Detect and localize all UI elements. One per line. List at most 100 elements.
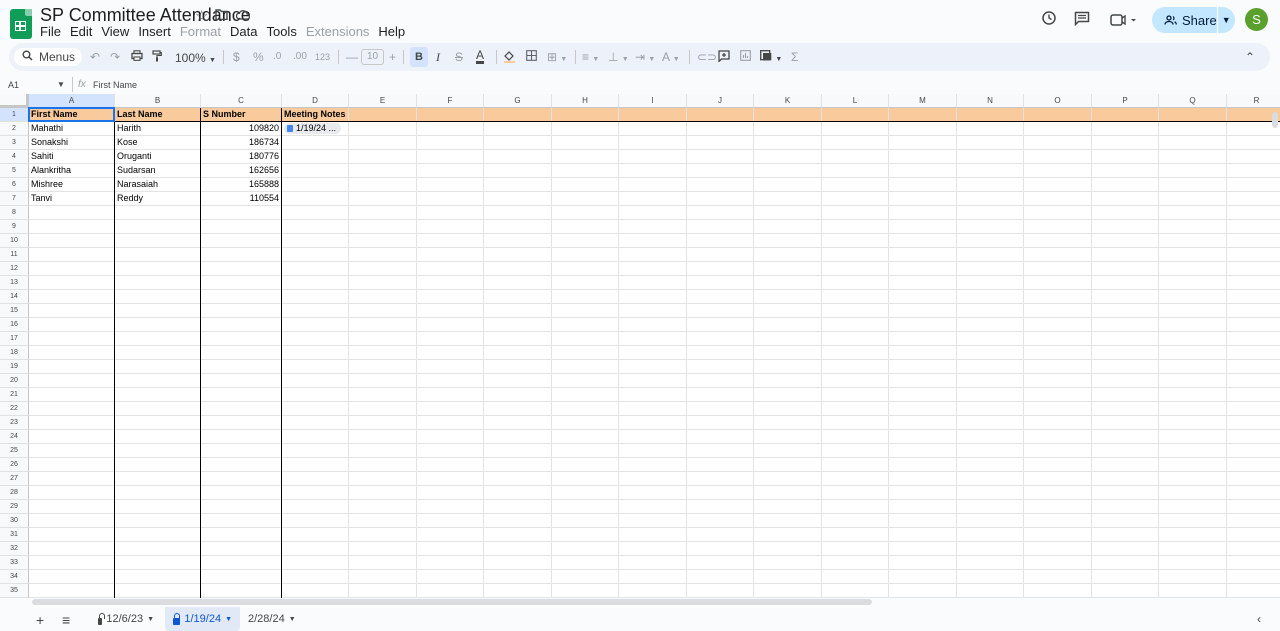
cell-k3[interactable] — [754, 136, 822, 150]
cell-h35[interactable] — [552, 584, 619, 598]
cell-j2[interactable] — [687, 122, 754, 136]
formula-input[interactable]: First Name — [93, 80, 137, 90]
cell-c27[interactable] — [201, 472, 282, 486]
cell-o7[interactable] — [1024, 192, 1092, 206]
cell-f20[interactable] — [417, 374, 484, 388]
cell-p12[interactable] — [1092, 262, 1159, 276]
cell-r17[interactable] — [1227, 332, 1280, 346]
cell-h5[interactable] — [552, 164, 619, 178]
cell-c7[interactable]: 110554 — [201, 192, 282, 206]
cell-a4[interactable]: Sahiti — [29, 150, 115, 164]
cell-g21[interactable] — [484, 388, 552, 402]
text-color-icon[interactable]: A — [476, 49, 485, 64]
cell-f26[interactable] — [417, 458, 484, 472]
column-header-i[interactable]: I — [619, 94, 687, 108]
cell-l30[interactable] — [822, 514, 889, 528]
cell-k34[interactable] — [754, 570, 822, 584]
vertical-scrollbar[interactable] — [1272, 112, 1278, 128]
cell-h24[interactable] — [552, 430, 619, 444]
cell-m4[interactable] — [889, 150, 957, 164]
cell-a26[interactable] — [29, 458, 115, 472]
cell-e10[interactable] — [349, 234, 417, 248]
insert-link-icon[interactable]: ⊂⊃ — [697, 50, 717, 64]
cell-p25[interactable] — [1092, 444, 1159, 458]
header-cell-k1[interactable] — [754, 108, 822, 122]
cell-h14[interactable] — [552, 290, 619, 304]
cell-j23[interactable] — [687, 416, 754, 430]
column-header-f[interactable]: F — [417, 94, 484, 108]
cell-h12[interactable] — [552, 262, 619, 276]
cell-i23[interactable] — [619, 416, 687, 430]
cell-b23[interactable] — [115, 416, 201, 430]
cell-o12[interactable] — [1024, 262, 1092, 276]
cell-b2[interactable]: Harith — [115, 122, 201, 136]
cell-p14[interactable] — [1092, 290, 1159, 304]
cell-g18[interactable] — [484, 346, 552, 360]
row-header-7[interactable]: 7 — [0, 192, 29, 206]
cell-q32[interactable] — [1159, 542, 1227, 556]
cell-n25[interactable] — [957, 444, 1024, 458]
cell-n6[interactable] — [957, 178, 1024, 192]
cell-i30[interactable] — [619, 514, 687, 528]
row-header-23[interactable]: 23 — [0, 416, 29, 430]
cell-o8[interactable] — [1024, 206, 1092, 220]
cell-k29[interactable] — [754, 500, 822, 514]
cell-c13[interactable] — [201, 276, 282, 290]
cell-i28[interactable] — [619, 486, 687, 500]
cell-p33[interactable] — [1092, 556, 1159, 570]
cell-e18[interactable] — [349, 346, 417, 360]
cell-e30[interactable] — [349, 514, 417, 528]
cell-a8[interactable] — [29, 206, 115, 220]
move-folder-icon[interactable] — [215, 7, 228, 24]
cell-q33[interactable] — [1159, 556, 1227, 570]
column-header-c[interactable]: C — [201, 94, 282, 108]
row-header-3[interactable]: 3 — [0, 136, 29, 150]
cell-r35[interactable] — [1227, 584, 1280, 598]
cell-p7[interactable] — [1092, 192, 1159, 206]
cell-p8[interactable] — [1092, 206, 1159, 220]
cell-i19[interactable] — [619, 360, 687, 374]
row-header-18[interactable]: 18 — [0, 346, 29, 360]
cell-o22[interactable] — [1024, 402, 1092, 416]
cell-f12[interactable] — [417, 262, 484, 276]
cell-p30[interactable] — [1092, 514, 1159, 528]
cell-a33[interactable] — [29, 556, 115, 570]
cell-b13[interactable] — [115, 276, 201, 290]
cell-q21[interactable] — [1159, 388, 1227, 402]
cell-q7[interactable] — [1159, 192, 1227, 206]
cell-l28[interactable] — [822, 486, 889, 500]
cell-m11[interactable] — [889, 248, 957, 262]
insert-chart-icon[interactable] — [740, 50, 751, 64]
cell-j15[interactable] — [687, 304, 754, 318]
cell-a3[interactable]: Sonakshi — [29, 136, 115, 150]
row-header-9[interactable]: 9 — [0, 220, 29, 234]
cell-f6[interactable] — [417, 178, 484, 192]
cell-q22[interactable] — [1159, 402, 1227, 416]
meeting-notes-doc-chip[interactable]: 1/19/24 ... — [284, 123, 342, 134]
cell-p34[interactable] — [1092, 570, 1159, 584]
cell-j3[interactable] — [687, 136, 754, 150]
cell-j25[interactable] — [687, 444, 754, 458]
cell-p5[interactable] — [1092, 164, 1159, 178]
cell-p35[interactable] — [1092, 584, 1159, 598]
cell-h9[interactable] — [552, 220, 619, 234]
cell-b20[interactable] — [115, 374, 201, 388]
sheet-tab-dropdown-icon[interactable]: ▼ — [147, 616, 154, 623]
cell-d13[interactable] — [282, 276, 349, 290]
row-header-27[interactable]: 27 — [0, 472, 29, 486]
cell-l31[interactable] — [822, 528, 889, 542]
cell-i27[interactable] — [619, 472, 687, 486]
cell-c21[interactable] — [201, 388, 282, 402]
cell-l7[interactable] — [822, 192, 889, 206]
cell-k21[interactable] — [754, 388, 822, 402]
cell-c6[interactable]: 165888 — [201, 178, 282, 192]
cell-e8[interactable] — [349, 206, 417, 220]
cell-f29[interactable] — [417, 500, 484, 514]
cell-b31[interactable] — [115, 528, 201, 542]
cell-b5[interactable]: Sudarsan — [115, 164, 201, 178]
cell-o14[interactable] — [1024, 290, 1092, 304]
cell-i2[interactable] — [619, 122, 687, 136]
cell-j28[interactable] — [687, 486, 754, 500]
cell-n31[interactable] — [957, 528, 1024, 542]
cell-r9[interactable] — [1227, 220, 1280, 234]
